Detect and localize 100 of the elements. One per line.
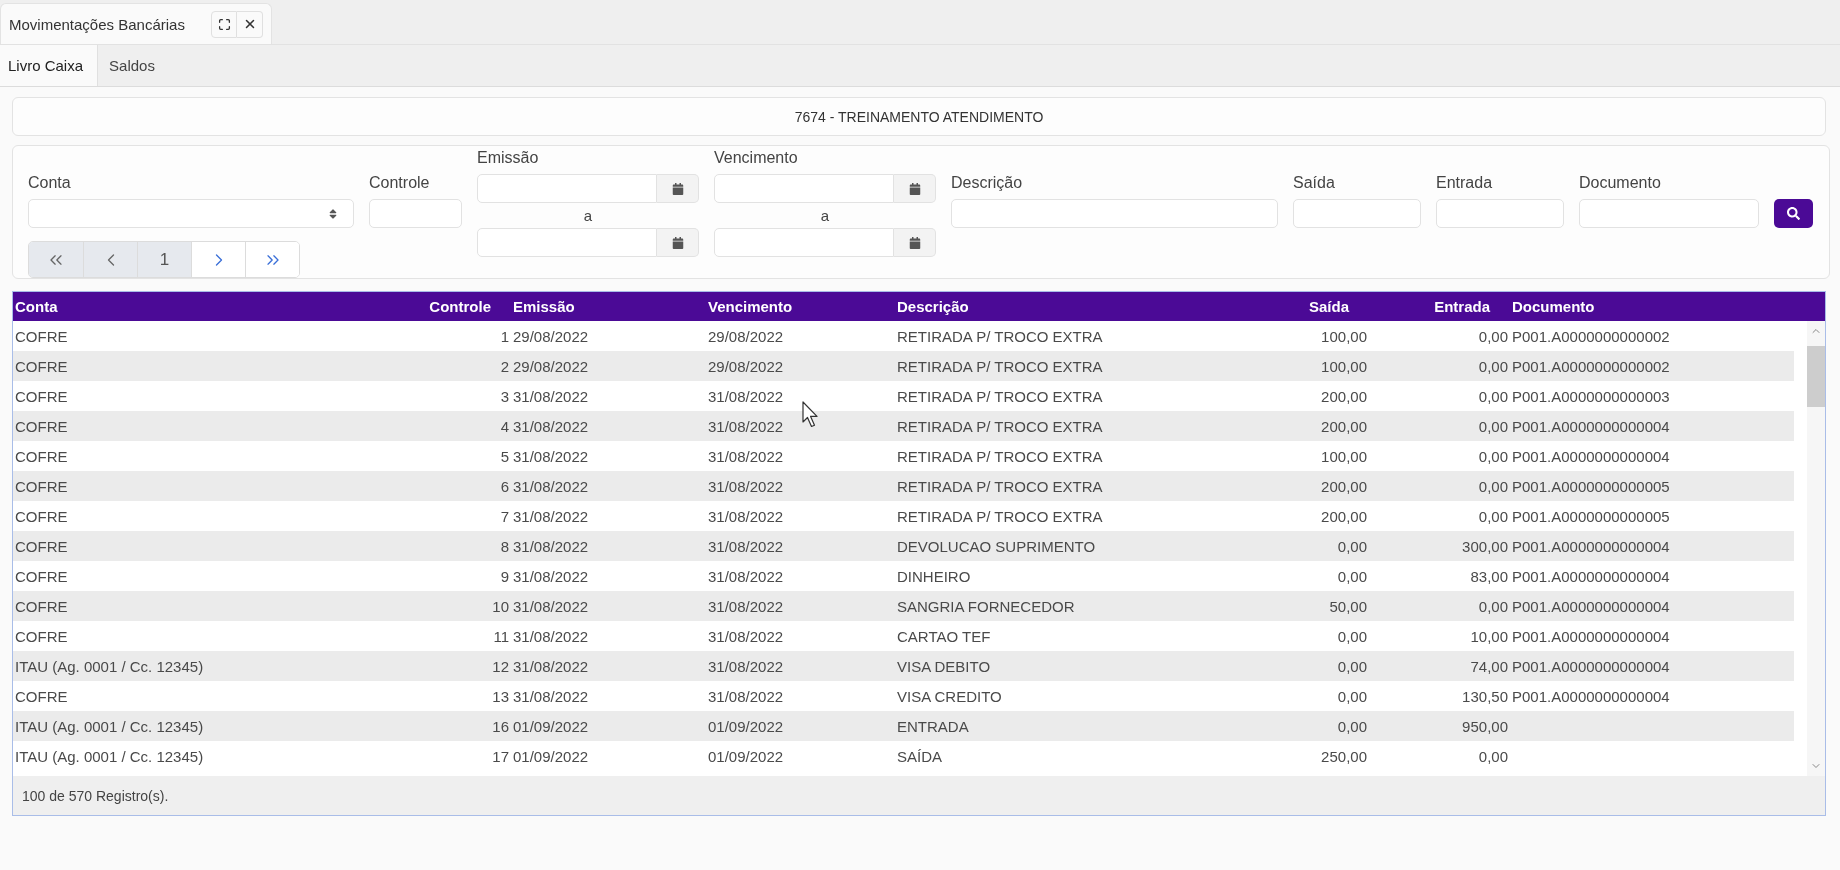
calendar-icon	[908, 182, 921, 195]
column-header: Conta	[14, 298, 59, 315]
table-cell-text: 200,00	[1320, 477, 1368, 495]
table-cell-text: COFRE	[14, 537, 69, 555]
table-cell-text: 0,00	[1477, 387, 1509, 405]
table-cell-text: 31/08/2022	[707, 477, 785, 495]
table-row[interactable]: COFRE 2 29/08/2022 29/08/2022 RETIRADA P/ TROCO EXTRA 100,00 0,00 P001.A0000000000002	[13, 351, 1794, 381]
last-page-button[interactable]	[245, 242, 299, 277]
search-button[interactable]	[1774, 199, 1813, 228]
table-cell-text: P001.A0000000000004	[1511, 447, 1671, 465]
table-cell-text: P001.A0000000000004	[1511, 687, 1671, 705]
range-separator: a	[583, 207, 593, 224]
table-cell-text: 31/08/2022	[512, 507, 590, 525]
field-label: Entrada	[1436, 174, 1493, 192]
table-cell-text: ITAU (Ag. 0001 / Cc. 12345)	[14, 657, 205, 675]
table-row[interactable]: COFRE 10 31/08/2022 31/08/2022 SANGRIA FORNECEDOR 50,00 0,00 P001.A0000000000004	[13, 591, 1794, 621]
field-label: Vencimento	[714, 149, 798, 167]
table-cell-text: COFRE	[14, 417, 69, 435]
input-field[interactable]	[369, 199, 462, 228]
table-cell-text: RETIRADA P/ TROCO EXTRA	[896, 507, 1104, 525]
window-tab[interactable]: Movimentações Bancárias	[0, 3, 272, 44]
calendar-button[interactable]	[894, 228, 936, 257]
select-field[interactable]	[28, 199, 354, 228]
table-cell-text: 100,00	[1320, 357, 1368, 375]
table-cell-text: COFRE	[14, 687, 69, 705]
table-row[interactable]: COFRE 8 31/08/2022 31/08/2022 DEVOLUCAO SUPRIMENTO 0,00 300,00 P001.A0000000000004	[13, 531, 1794, 561]
table-cell-text: 4	[499, 417, 510, 435]
table-cell-text: COFRE	[14, 477, 69, 495]
input-field[interactable]	[1579, 199, 1759, 228]
table-cell-text: 0,00	[1477, 747, 1509, 765]
table-row[interactable]: ITAU (Ag. 0001 / Cc. 12345) 16 01/09/2022 01/09/2022 ENTRADA 0,00 950,00	[13, 711, 1794, 741]
table-cell-text: 01/09/2022	[707, 747, 785, 765]
close-button[interactable]	[237, 10, 263, 38]
table-cell-text: 83,00	[1469, 567, 1509, 585]
scrollbar-thumb[interactable]	[1807, 346, 1825, 407]
table-cell-text: 31/08/2022	[707, 597, 785, 615]
date-input-field[interactable]	[714, 228, 894, 257]
table-cell-text: 74,00	[1469, 657, 1509, 675]
table-cell-text: ENTRADA	[896, 717, 970, 735]
date-input-field[interactable]	[714, 174, 894, 203]
table-cell-text: 9	[499, 567, 510, 585]
table-cell-text: 8	[499, 537, 510, 555]
table-cell-text: 0,00	[1477, 597, 1509, 615]
table-cell-text: DEVOLUCAO SUPRIMENTO	[896, 537, 1097, 555]
table-cell-text: SANGRIA FORNECEDOR	[896, 597, 1076, 615]
table-cell-text: RETIRADA P/ TROCO EXTRA	[896, 447, 1104, 465]
table-cell-text: P001.A0000000000003	[1511, 387, 1671, 405]
table-cell-text: 0,00	[1336, 657, 1368, 675]
table-row[interactable]: COFRE 4 31/08/2022 31/08/2022 RETIRADA P/ TROCO EXTRA 200,00 0,00 P001.A0000000000004	[13, 411, 1794, 441]
table-cell-text: 1	[499, 327, 510, 345]
input-field[interactable]	[951, 199, 1278, 228]
table-row[interactable]: COFRE 6 31/08/2022 31/08/2022 RETIRADA P/ TROCO EXTRA 200,00 0,00 P001.A0000000000005	[13, 471, 1794, 501]
table-cell-text: P001.A0000000000004	[1511, 567, 1671, 585]
table-cell-text: 0,00	[1336, 687, 1368, 705]
table-cell-text: 130,50	[1461, 687, 1509, 705]
table-cell-text: COFRE	[14, 627, 69, 645]
table-cell-text: 31/08/2022	[707, 687, 785, 705]
table-cell-text: SAÍDA	[896, 747, 943, 765]
table-cell-text: P001.A0000000000005	[1511, 477, 1671, 495]
table-cell-text: P001.A0000000000004	[1511, 537, 1671, 555]
table-cell-text: 2	[499, 357, 510, 375]
table-cell-text: 6	[499, 477, 510, 495]
table-cell-text: 10,00	[1469, 627, 1509, 645]
table-cell-text: P001.A0000000000004	[1511, 597, 1671, 615]
table-cell-text: 0,00	[1477, 417, 1509, 435]
table-cell-text: 31/08/2022	[707, 537, 785, 555]
table-cell-text: P001.A0000000000002	[1511, 357, 1671, 375]
fullscreen-button[interactable]	[211, 10, 237, 38]
input-field[interactable]	[1293, 199, 1421, 228]
date-input-field[interactable]	[477, 174, 657, 203]
calendar-button[interactable]	[657, 228, 699, 257]
table-cell-text: 10	[491, 597, 510, 615]
scrollbar-track[interactable]	[1807, 321, 1825, 776]
table-cell-text: RETIRADA P/ TROCO EXTRA	[896, 477, 1104, 495]
table-cell-text: CARTAO TEF	[896, 627, 992, 645]
calendar-button[interactable]	[894, 174, 936, 203]
table-cell-text: 200,00	[1320, 387, 1368, 405]
table-cell-text: 250,00	[1320, 747, 1368, 765]
tab[interactable]: Saldos	[98, 45, 169, 86]
tab[interactable]: Livro Caixa	[0, 45, 99, 86]
table-cell-text: 31/08/2022	[512, 387, 590, 405]
date-input-field[interactable]	[477, 228, 657, 257]
table-cell-text: 31/08/2022	[707, 627, 785, 645]
company-name: 7674 - TREINAMENTO ATENDIMENTO	[794, 108, 1044, 125]
calendar-button[interactable]	[657, 174, 699, 203]
table-cell-text: COFRE	[14, 327, 69, 345]
table-cell-text: 0,00	[1336, 567, 1368, 585]
fullscreen-icon	[217, 17, 231, 31]
input-field[interactable]	[1436, 199, 1564, 228]
column-header: Emissão	[512, 298, 576, 315]
table-row[interactable]: ITAU (Ag. 0001 / Cc. 12345) 12 31/08/2022 31/08/2022 VISA DEBITO 0,00 74,00 P001.A0000000000004	[13, 651, 1794, 681]
record-count: 100 de 570 Registro(s).	[22, 787, 169, 804]
table-cell-text: 31/08/2022	[512, 477, 590, 495]
table-cell-text: 31/08/2022	[512, 537, 590, 555]
page-number-button[interactable]: 1	[137, 242, 191, 277]
table-cell-text: 31/08/2022	[512, 567, 590, 585]
table-cell-text: 31/08/2022	[512, 687, 590, 705]
table-cell-text: COFRE	[14, 357, 69, 375]
column-header: Vencimento	[707, 298, 794, 315]
table-cell-text: 31/08/2022	[707, 447, 785, 465]
